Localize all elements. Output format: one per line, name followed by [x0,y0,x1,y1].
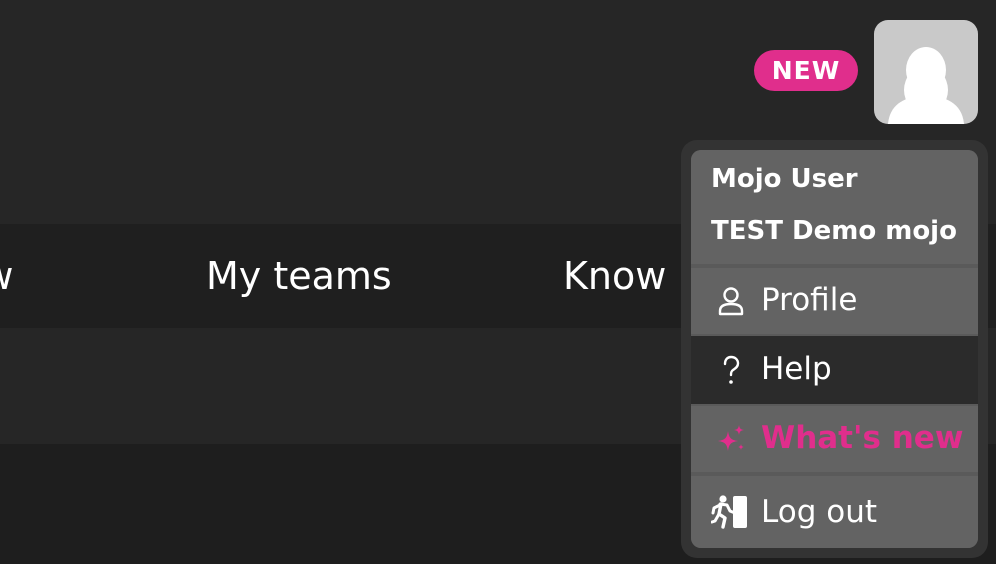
menu-item-label: Help [761,351,832,387]
avatar-button[interactable] [874,20,978,124]
nav-item-knowledge[interactable]: Know [563,224,666,328]
user-name: Mojo User [711,164,858,194]
menu-item-help[interactable]: Help [691,336,978,404]
person-icon [718,287,744,316]
organization-name: TEST Demo mojo [711,216,957,246]
nav-item-overview[interactable]: ew [0,224,13,328]
sparkle-icon [718,425,744,451]
page: ew My teams Know NEW Mojo User TEST Demo… [0,0,996,564]
user-menu: Mojo User TEST Demo mojo Profile Help Wh… [691,150,978,548]
nav-item-my-teams[interactable]: My teams [206,224,392,328]
exit-icon [711,495,747,529]
question-icon [723,355,740,384]
new-badge[interactable]: NEW [754,50,858,91]
menu-item-whats-new[interactable]: What's new [691,406,978,472]
user-menu-header: Mojo User TEST Demo mojo [691,150,978,264]
menu-item-label: What's new [761,420,964,456]
menu-item-label: Log out [761,494,877,530]
menu-item-label: Profile [761,282,858,318]
user-avatar-icon [888,47,964,124]
menu-item-log-out[interactable]: Log out [691,476,978,548]
menu-item-profile[interactable]: Profile [691,268,978,334]
